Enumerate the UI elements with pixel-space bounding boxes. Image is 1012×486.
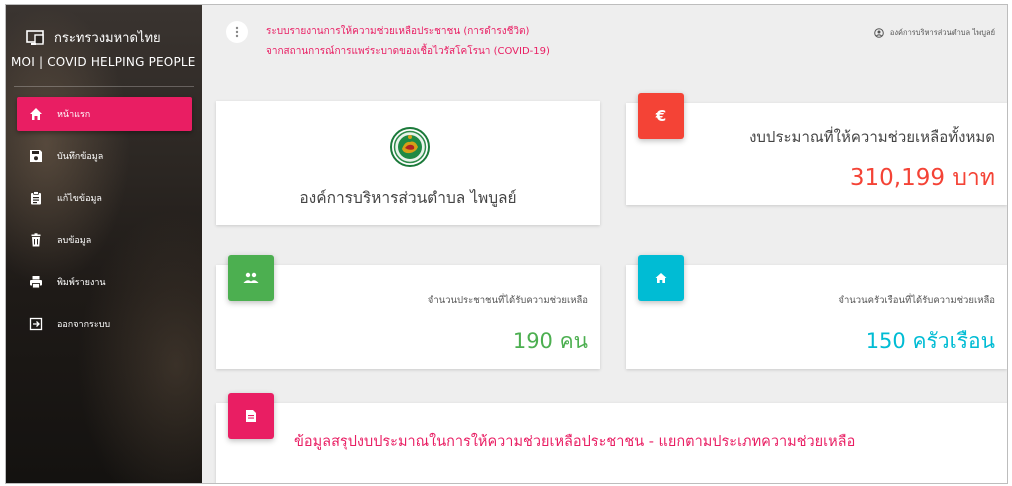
- sidebar-item-edit[interactable]: แก้ไขข้อมูล: [17, 181, 192, 215]
- sidebar-item-label: ออกจากระบบ: [57, 320, 111, 330]
- sidebar-item-label: หน้าแรก: [57, 110, 91, 120]
- sidebar-item-delete[interactable]: ลบข้อมูล: [17, 223, 192, 257]
- sidebar-item-save[interactable]: บันทึกข้อมูล: [17, 139, 192, 173]
- people-label: จำนวนประชาชนที่ได้รับความช่วยเหลือ: [427, 295, 588, 306]
- sidebar-item-logout[interactable]: ออกจากระบบ: [17, 307, 192, 341]
- sidebar-nav: หน้าแรก บันทึกข้อมูล แก้ไขข้อมูล ลบข้อมู…: [17, 97, 192, 349]
- monitor-icon: [26, 29, 44, 45]
- user-circle-icon: [874, 28, 884, 38]
- households-label: จำนวนครัวเรือนที่ได้รับความช่วยเหลือ: [838, 295, 995, 306]
- people-value: 190 คน: [512, 329, 588, 353]
- printer-icon: [30, 276, 42, 289]
- more-vert-icon: [235, 26, 239, 38]
- page-title-line1: ระบบรายงานการให้ความช่วยเหลือประชาชน (กา…: [266, 26, 530, 37]
- people-tile: [228, 255, 274, 301]
- home-icon: [30, 108, 42, 120]
- sidebar-item-label: พิมพ์รายงาน: [57, 278, 106, 288]
- sidebar-item-print[interactable]: พิมพ์รายงาน: [17, 265, 192, 299]
- budget-label: งบประมาณที่ให้ความช่วยเหลือทั้งหมด: [749, 128, 995, 146]
- top-bar: ระบบรายงานการให้ความช่วยเหลือประชาชน (กา…: [202, 5, 1007, 73]
- households-card: จำนวนครัวเรือนที่ได้รับความช่วยเหลือ 150…: [626, 255, 1007, 369]
- sidebar-item-label: บันทึกข้อมูล: [57, 152, 104, 162]
- budget-tile: €: [638, 93, 684, 139]
- households-value: 150 ครัวเรือน: [865, 329, 995, 353]
- user-name: องค์การบริหารส่วนตำบล ไพบูลย์: [889, 28, 995, 37]
- brand-subtitle: MOI | COVID HELPING PEOPLE: [11, 55, 196, 69]
- document-icon: [246, 410, 256, 422]
- user-menu[interactable]: องค์การบริหารส่วนตำบล ไพบูลย์: [874, 27, 995, 39]
- sidebar-brand: กระทรวงมหาดไทย MOI | COVID HELPING PEOPL…: [6, 13, 202, 87]
- save-icon: [30, 150, 42, 162]
- households-tile: [638, 255, 684, 301]
- people-icon: [243, 272, 259, 283]
- sidebar-item-label: ลบข้อมูล: [57, 236, 92, 246]
- app-window: กระทรวงมหาดไทย MOI | COVID HELPING PEOPL…: [5, 4, 1008, 484]
- sidebar-item-home[interactable]: หน้าแรก: [17, 97, 192, 131]
- budget-value: 310,199 บาท: [849, 165, 995, 191]
- house-icon: [655, 273, 667, 283]
- org-name: องค์การบริหารส่วนตำบล ไพบูลย์: [299, 189, 517, 207]
- budget-card: € งบประมาณที่ให้ความช่วยเหลือทั้งหมด 310…: [626, 93, 1007, 205]
- brand-row: กระทรวงมหาดไทย: [26, 27, 161, 48]
- sidebar: กระทรวงมหาดไทย MOI | COVID HELPING PEOPL…: [6, 5, 202, 483]
- logout-icon: [29, 317, 43, 331]
- euro-icon: €: [655, 107, 667, 125]
- more-vert-button[interactable]: [226, 21, 248, 43]
- people-card: จำนวนประชาชนที่ได้รับความช่วยเหลือ 190 ค…: [216, 255, 600, 369]
- brand-divider: [14, 86, 194, 87]
- sidebar-item-label: แก้ไขข้อมูล: [57, 194, 102, 204]
- summary-title[interactable]: ข้อมูลสรุปงบประมาณในการให้ความช่วยเหลือป…: [294, 430, 855, 453]
- org-emblem-logo: [390, 127, 430, 167]
- clipboard-icon: [31, 191, 41, 205]
- page-title-line2: จากสถานการณ์การแพร่ระบาดของเชื้อไวรัสโคโ…: [266, 46, 550, 57]
- summary-card: ข้อมูลสรุปงบประมาณในการให้ความช่วยเหลือป…: [216, 393, 1007, 483]
- summary-tile: [228, 393, 274, 439]
- brand-title: กระทรวงมหาดไทย: [54, 31, 161, 46]
- org-card: องค์การบริหารส่วนตำบล ไพบูลย์: [216, 101, 600, 225]
- trash-icon: [31, 233, 41, 247]
